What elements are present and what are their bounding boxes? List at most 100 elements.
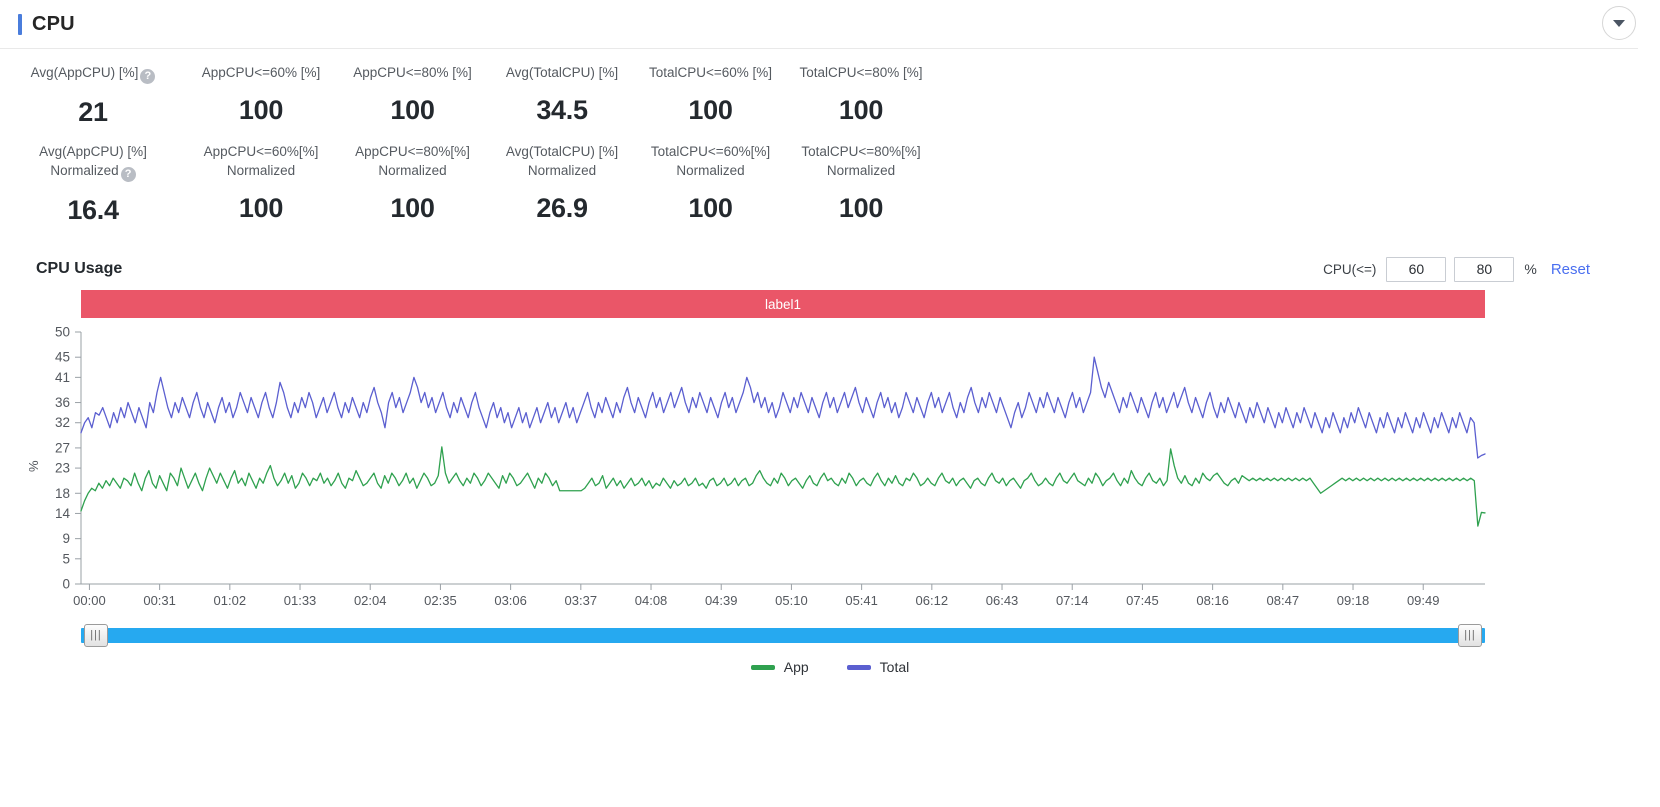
metric-avg-totalcpu: Avg(TotalCPU) [%] 34.5 [489, 63, 635, 126]
svg-text:05:41: 05:41 [845, 593, 878, 608]
svg-text:41: 41 [55, 370, 70, 385]
metric-row-normalized: Avg(AppCPU) [%] Normalized? 16.4 AppCPU<=… [0, 142, 1660, 226]
svg-text:06:12: 06:12 [916, 593, 949, 608]
svg-text:03:06: 03:06 [494, 593, 527, 608]
help-icon[interactable]: ? [140, 69, 156, 84]
threshold-controls: CPU(<=) % Reset [1323, 252, 1590, 286]
metric-label: TotalCPU<=80% [%] [799, 65, 923, 80]
grip-icon: ||| [90, 629, 102, 641]
title-accent-bar [18, 13, 22, 35]
svg-text:08:16: 08:16 [1196, 593, 1229, 608]
metric-appcpu-le-80: AppCPU<=80% [%] 100 [336, 63, 489, 126]
metric-label: Avg(AppCPU) [%]? [0, 63, 186, 84]
svg-text:06:43: 06:43 [986, 593, 1019, 608]
metric-label: TotalCPU<=60% [%] [648, 65, 773, 80]
svg-text:50: 50 [55, 325, 70, 340]
legend-label: App [783, 659, 809, 675]
metric-value: 21 [78, 97, 108, 127]
metric-label: AppCPU<=60% [%] [201, 65, 321, 80]
metric-totalcpu-le-80: TotalCPU<=80% [%] 100 [786, 63, 936, 126]
scrollbar-right-handle[interactable]: ||| [1458, 624, 1482, 647]
svg-text:01:33: 01:33 [284, 593, 317, 608]
metric-avg-appcpu: Avg(AppCPU) [%]? 21 [0, 63, 186, 128]
metric-row-raw: Avg(AppCPU) [%]? 21 AppCPU<=60% [%] 100 … [0, 63, 1660, 128]
svg-text:09:18: 09:18 [1337, 593, 1370, 608]
grip-icon: ||| [1464, 629, 1476, 641]
svg-text:02:04: 02:04 [354, 593, 387, 608]
cpu-usage-chart[interactable]: % 0 5 9 14 18 23 27 32 36 41 45 50 00:00 00:31 01:02 01… [0, 322, 1660, 622]
metric-appcpu-le-80-normalized: AppCPU<=80%[%] Normalized 100 [336, 142, 489, 224]
svg-text:0: 0 [62, 577, 70, 592]
svg-text:23: 23 [55, 461, 70, 476]
metric-value: 34.5 [536, 95, 588, 125]
metric-value: 100 [238, 95, 284, 125]
metric-label: AppCPU<=60%[%] Normalized [203, 144, 319, 178]
svg-text:27: 27 [55, 440, 70, 455]
metric-label: Avg(TotalCPU) [%] [505, 65, 619, 80]
svg-text:03:37: 03:37 [565, 593, 598, 608]
legend-item-total[interactable]: Total [846, 659, 910, 675]
panel-header: CPU [0, 0, 1660, 48]
metric-totalcpu-le-60: TotalCPU<=60% [%] 100 [635, 63, 786, 126]
metric-value: 100 [838, 95, 884, 125]
metric-value: 100 [390, 95, 435, 125]
metric-appcpu-le-60-normalized: AppCPU<=60%[%] Normalized 100 [186, 142, 336, 224]
svg-text:02:35: 02:35 [424, 593, 457, 608]
metric-label: AppCPU<=80% [%] [353, 65, 472, 80]
svg-text:32: 32 [55, 415, 70, 430]
svg-text:04:39: 04:39 [705, 593, 738, 608]
svg-text:07:45: 07:45 [1126, 593, 1159, 608]
legend-swatch-icon [750, 664, 775, 670]
svg-text:36: 36 [55, 395, 70, 410]
svg-text:9: 9 [62, 531, 70, 546]
percent-symbol: % [1524, 261, 1537, 277]
threshold-low-input[interactable] [1386, 256, 1447, 282]
svg-text:09:49: 09:49 [1407, 593, 1440, 608]
metric-value: 16.4 [67, 195, 119, 225]
metrics-section: Avg(AppCPU) [%]? 21 AppCPU<=60% [%] 100 … [0, 49, 1660, 226]
svg-text:45: 45 [55, 350, 70, 365]
metric-avg-totalcpu-normalized: Avg(TotalCPU) [%] Normalized 26.9 [489, 142, 635, 224]
metric-label: TotalCPU<=60%[%] Normalized [650, 144, 771, 178]
cpu-usage-toolbar: CPU Usage CPU(<=) % Reset [0, 252, 1660, 286]
metric-label: Avg(TotalCPU) [%] Normalized [505, 144, 619, 178]
threshold-high-input[interactable] [1454, 256, 1515, 282]
chart-legend: App Total [0, 656, 1660, 678]
metric-value: 100 [688, 193, 733, 223]
svg-text:5: 5 [62, 551, 70, 566]
metric-label: TotalCPU<=80%[%] Normalized [801, 144, 921, 178]
help-icon[interactable]: ? [120, 167, 136, 182]
legend-swatch-icon [846, 664, 871, 670]
scrollbar-left-handle[interactable]: ||| [84, 624, 108, 647]
svg-text:05:10: 05:10 [775, 593, 808, 608]
metric-totalcpu-le-60-normalized: TotalCPU<=60%[%] Normalized 100 [635, 142, 786, 224]
svg-text:14: 14 [55, 506, 71, 521]
metric-avg-appcpu-normalized: Avg(AppCPU) [%] Normalized? 16.4 [0, 142, 186, 226]
chart-range-scrollbar[interactable]: ||| ||| [81, 624, 1485, 648]
legend-label: Total [879, 659, 910, 675]
legend-item-app[interactable]: App [750, 659, 809, 675]
threshold-label: CPU(<=) [1323, 261, 1377, 277]
label-band[interactable]: label1 [81, 290, 1485, 318]
svg-text:04:08: 04:08 [635, 593, 668, 608]
scrollbar-track[interactable] [81, 628, 1485, 643]
metric-value: 100 [238, 193, 284, 223]
reset-button[interactable]: Reset [1551, 261, 1590, 278]
svg-text:01:02: 01:02 [214, 593, 247, 608]
metric-label: Avg(AppCPU) [%] Normalized? [39, 144, 147, 182]
svg-text:00:31: 00:31 [143, 593, 176, 608]
metric-appcpu-le-60: AppCPU<=60% [%] 100 [186, 63, 336, 126]
svg-text:18: 18 [55, 486, 70, 501]
metric-value: 100 [688, 95, 733, 125]
metric-totalcpu-le-80-normalized: TotalCPU<=80%[%] Normalized 100 [786, 142, 936, 224]
collapse-panel-button[interactable] [1602, 6, 1636, 40]
page-title: CPU [32, 12, 75, 35]
cpu-usage-title: CPU Usage [36, 260, 123, 277]
metric-label: AppCPU<=80%[%] Normalized [355, 144, 470, 178]
chart-svg[interactable]: 0 5 9 14 18 23 27 32 36 41 45 50 00:00 00:31 01:02 01:3… [0, 322, 1660, 622]
svg-text:00:00: 00:00 [73, 593, 106, 608]
y-axis-title: % [26, 460, 41, 472]
svg-text:08:47: 08:47 [1267, 593, 1300, 608]
metric-value: 26.9 [536, 193, 588, 223]
metric-value: 100 [390, 193, 435, 223]
